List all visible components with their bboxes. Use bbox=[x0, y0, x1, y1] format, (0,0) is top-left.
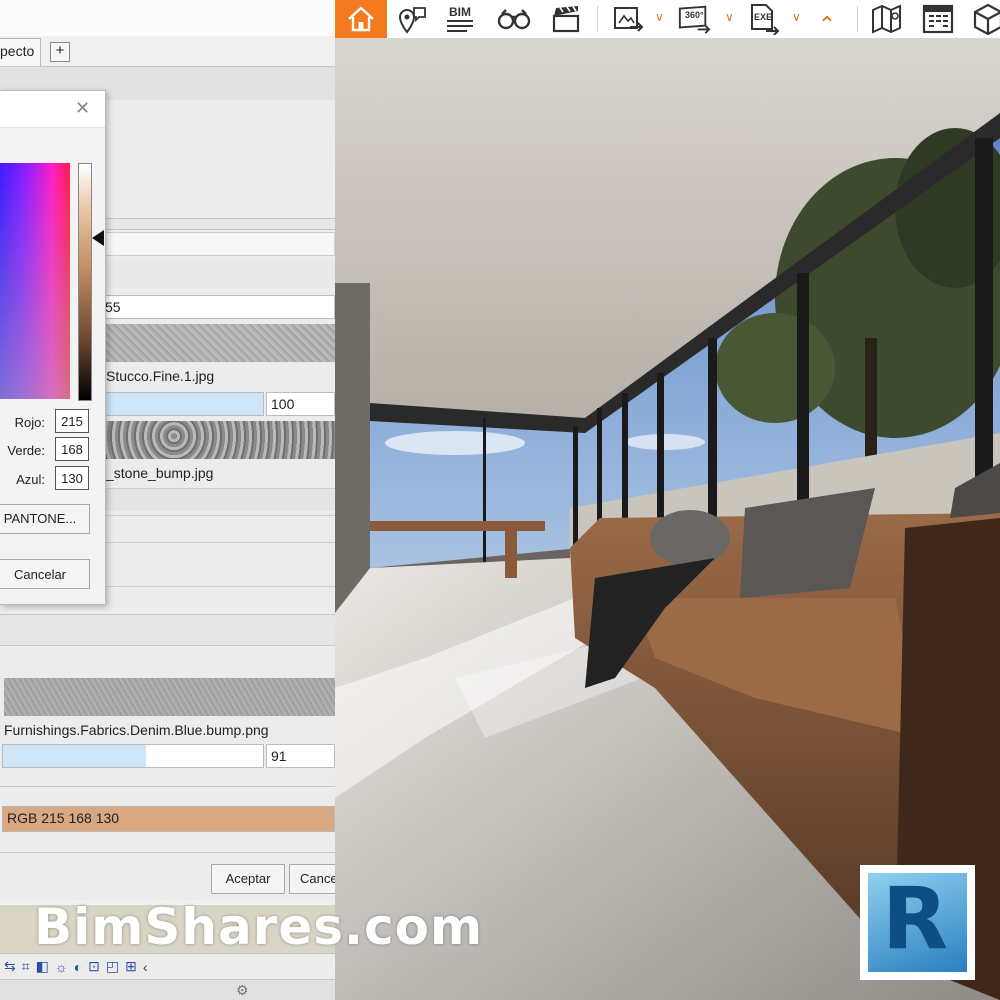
render-viewport[interactable] bbox=[335, 38, 1000, 1000]
stone-bump-thumbnail[interactable] bbox=[105, 421, 335, 459]
binoculars-icon[interactable] bbox=[497, 2, 531, 36]
scale-icon[interactable]: ⇆ bbox=[4, 958, 16, 975]
texture1-amount-slider[interactable] bbox=[100, 392, 264, 416]
texture1-amount-field[interactable]: 100 bbox=[266, 392, 335, 416]
visual-style-icon[interactable]: ◧ bbox=[36, 958, 49, 975]
revit-logo: R bbox=[860, 865, 975, 980]
chevron-down-icon[interactable]: ∨ bbox=[655, 10, 664, 24]
separator bbox=[857, 6, 858, 32]
green-input[interactable]: 168 bbox=[55, 437, 89, 461]
lumion-toolbar: BIM ∨ 360° ∨ EXE ∨ ⌃ bbox=[335, 0, 1000, 39]
section-divider bbox=[105, 218, 335, 230]
row-background bbox=[105, 262, 335, 288]
temporary-hide-icon[interactable]: ⊞ bbox=[125, 958, 137, 975]
partial-value-field[interactable]: 55 bbox=[100, 295, 335, 319]
texture1-amount-text: 100 bbox=[271, 396, 295, 412]
bim-icon[interactable]: BIM bbox=[443, 2, 477, 36]
bim-text: BIM bbox=[449, 5, 471, 19]
section-header[interactable] bbox=[105, 232, 335, 256]
separator bbox=[597, 6, 598, 32]
detail-level-icon[interactable]: ⌗ bbox=[22, 958, 30, 975]
close-icon[interactable]: ✕ bbox=[75, 98, 90, 119]
color-swatch-field[interactable]: RGB 215 168 130 bbox=[2, 806, 335, 832]
location-pin-icon[interactable] bbox=[395, 2, 429, 36]
home-icon[interactable] bbox=[335, 0, 387, 38]
cancel-dialog-button[interactable]: Cancelar bbox=[0, 559, 90, 589]
accept-button[interactable]: Aceptar bbox=[211, 864, 285, 894]
pantone-button[interactable]: PANTONE... bbox=[0, 504, 90, 534]
export-image-icon[interactable] bbox=[611, 2, 645, 36]
add-tab-button[interactable]: + bbox=[50, 42, 70, 62]
cube-icon[interactable] bbox=[971, 2, 1000, 36]
pano-text: 360° bbox=[685, 10, 704, 20]
watermark-text: BimShares.com bbox=[34, 898, 484, 956]
blue-input[interactable]: 130 bbox=[55, 466, 89, 490]
status-bar bbox=[0, 979, 335, 1000]
reveal-hidden-icon[interactable]: ◰ bbox=[106, 958, 119, 975]
texture3-amount-field[interactable]: 91 bbox=[266, 744, 335, 768]
row-background bbox=[105, 488, 335, 511]
texture1-filename[interactable]: Stucco.Fine.1.jpg bbox=[106, 368, 214, 384]
divider bbox=[0, 786, 335, 787]
building-icon[interactable] bbox=[921, 2, 955, 36]
luminance-pointer-icon[interactable] bbox=[92, 230, 104, 246]
export-360-icon[interactable]: 360° bbox=[677, 2, 711, 36]
stucco-texture-thumbnail[interactable] bbox=[105, 324, 335, 362]
denim-bump-thumbnail[interactable] bbox=[4, 678, 335, 716]
tab-label: pecto bbox=[0, 43, 35, 59]
interior-render bbox=[335, 38, 1000, 1000]
clapperboard-icon[interactable] bbox=[549, 2, 583, 36]
settings-gear-icon[interactable]: ⚙ bbox=[236, 982, 249, 999]
color-value-text: RGB 215 168 130 bbox=[7, 810, 120, 826]
red-label: Rojo: bbox=[14, 415, 45, 430]
exe-text: EXE bbox=[754, 12, 773, 22]
collapse-arrow-icon[interactable]: ‹ bbox=[143, 959, 148, 975]
partial-value-text: 55 bbox=[105, 299, 121, 315]
color-picker-dialog: ✕ Rojo: 215 Verde: 168 Azul: 130 PANTONE… bbox=[0, 90, 106, 605]
chevron-down-icon[interactable]: ∨ bbox=[725, 10, 734, 24]
row-background bbox=[105, 515, 335, 543]
green-label: Verde: bbox=[7, 443, 45, 458]
map-icon[interactable] bbox=[871, 2, 905, 36]
row-background bbox=[105, 556, 335, 587]
texture3-filename[interactable]: Furnishings.Fabrics.Denim.Blue.bump.png bbox=[4, 722, 269, 738]
export-exe-icon[interactable]: EXE bbox=[747, 2, 781, 36]
red-input[interactable]: 215 bbox=[55, 409, 89, 433]
blue-label: Azul: bbox=[16, 472, 45, 487]
chevron-down-icon[interactable]: ∨ bbox=[792, 10, 801, 24]
sun-path-icon[interactable]: ☼ bbox=[55, 959, 68, 975]
slider-fill bbox=[3, 745, 146, 767]
divider bbox=[0, 645, 335, 646]
shadows-icon[interactable]: ◐ bbox=[74, 959, 82, 975]
collapse-chevron-icon[interactable]: ⌃ bbox=[813, 14, 841, 38]
color-spectrum[interactable] bbox=[0, 163, 70, 399]
view-control-bar: ⇆ ⌗ ◧ ☼ ◐ ⊡ ◰ ⊞ ‹ bbox=[0, 953, 335, 979]
texture2-filename[interactable]: _stone_bump.jpg bbox=[106, 465, 213, 481]
texture3-amount-slider[interactable] bbox=[2, 744, 264, 768]
divider bbox=[0, 852, 335, 853]
texture3-amount-text: 91 bbox=[271, 748, 287, 764]
cancel-button[interactable]: Cance bbox=[289, 864, 335, 894]
crop-icon[interactable]: ⊡ bbox=[88, 958, 100, 975]
title-strip bbox=[0, 0, 335, 36]
section-header[interactable] bbox=[0, 615, 335, 645]
logo-letter: R bbox=[882, 869, 949, 969]
luminance-slider[interactable] bbox=[78, 163, 92, 401]
slider-fill bbox=[101, 393, 263, 415]
